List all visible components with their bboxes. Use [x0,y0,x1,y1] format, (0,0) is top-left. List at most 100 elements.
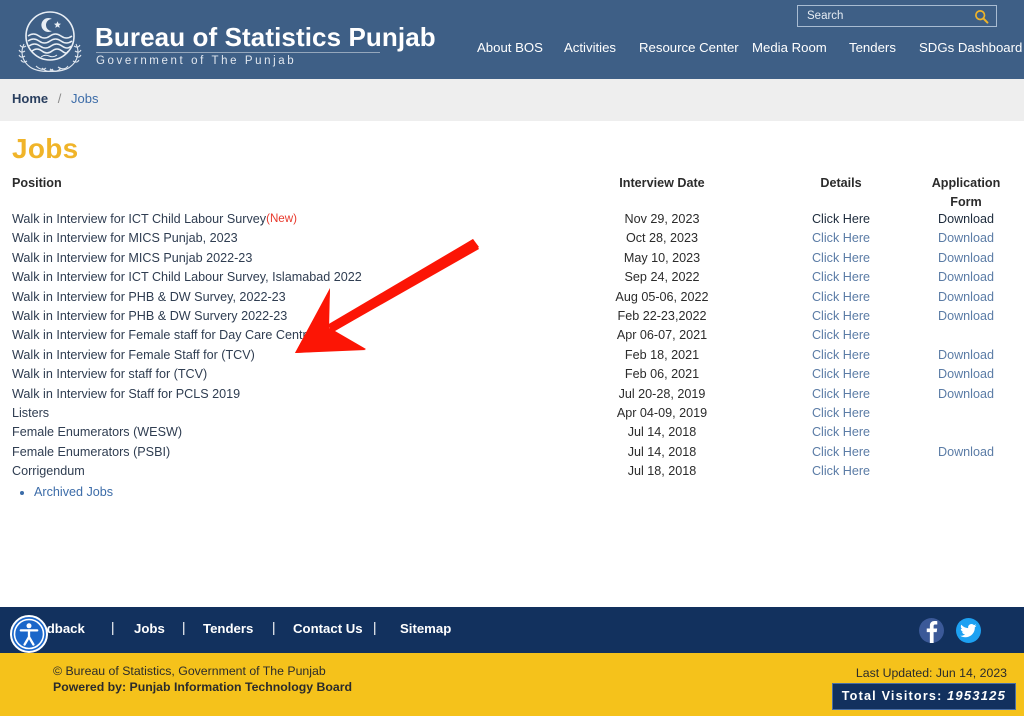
nav-item-tenders[interactable]: Tenders [849,40,896,55]
nav-item-about-bos[interactable]: About BOS [477,40,543,55]
archived-jobs-list: Archived Jobs [12,485,113,499]
application-form-download-link[interactable]: Download [916,445,1016,459]
job-position-link[interactable]: Walk in Interview for MICS Punjab, 2023 [12,231,238,245]
breadcrumb-current[interactable]: Jobs [71,91,98,106]
interview-date-value: Nov 29, 2023 [624,212,700,226]
new-badge: (New) [266,212,297,225]
table-row: Walk in Interview for Female Staff for (… [0,348,1024,367]
details-click-here-link[interactable]: Click Here [791,425,891,439]
application-form-download-link[interactable]: Download [916,309,1016,323]
footer-separator: | [111,620,115,635]
details-click-here-link[interactable]: Click Here [791,231,891,245]
details-click-here-link[interactable]: Click Here [791,367,891,381]
interview-date-value: May 10, 2023 [623,250,701,265]
footer-link-sitemap[interactable]: Sitemap [400,621,451,636]
copyright-text: © Bureau of Statistics, Government of Th… [53,664,326,678]
search-input[interactable] [805,6,965,26]
job-position-link[interactable]: Walk in Interview for Staff for PCLS 201… [12,387,240,401]
table-row: Walk in Interview for PHB & DW Survery 2… [0,309,1024,328]
list-item: Archived Jobs [34,485,113,499]
facebook-icon[interactable] [919,618,944,643]
table-row: Walk in Interview for ICT Child Labour S… [0,270,1024,289]
table-row: Female Enumerators (PSBI) Jul 14, 2018 Cli… [0,445,1024,464]
column-header-position: Position [12,176,62,190]
table-row: Corrigendum Jul 18, 2018 Click Here [0,464,1024,483]
page-root: Bureau of Statistics Punjab Government o… [0,0,1024,716]
breadcrumb-home[interactable]: Home [12,91,48,106]
total-visitors-count: 1953125 [946,688,1006,703]
nav-item-media-room[interactable]: Media Room [752,40,827,55]
interview-date-value: Jul 18, 2018 [627,464,697,479]
job-position-link[interactable]: Female Enumerators (WESW) [12,425,182,439]
job-position-link[interactable]: Female Enumerators (PSBI) [12,445,170,459]
job-position-link[interactable]: Walk in Interview for PHB & DW Survery 2… [12,309,287,323]
job-position-link[interactable]: Walk in Interview for Female Staff for (… [12,348,255,362]
details-click-here-link[interactable]: Click Here [791,464,891,478]
details-click-here-link[interactable]: Click Here [791,212,891,226]
table-row: Walk in Interview for MICS Punjab 2022-2… [0,251,1024,270]
footer-separator: | [373,620,377,635]
search-icon[interactable] [974,9,989,24]
nav-item-activities[interactable]: Activities [564,40,616,55]
column-header-application-form: Application [931,176,1001,190]
details-click-here-link[interactable]: Click Here [791,406,891,420]
nav-item-resource-center[interactable]: Resource Center [639,40,739,55]
job-position-link[interactable]: Walk in Interview for PHB & DW Survey, 2… [12,290,286,304]
details-click-here-link[interactable]: Click Here [791,290,891,304]
interview-date-value: Feb 06, 2021 [624,367,700,382]
application-form-download-link[interactable]: Download [916,212,1016,226]
accessibility-icon[interactable] [10,615,48,653]
archived-jobs-link[interactable]: Archived Jobs [34,485,113,499]
details-click-here-link[interactable]: Click Here [791,445,891,459]
details-click-here-link[interactable]: Click Here [791,309,891,323]
search-box[interactable] [797,5,997,27]
interview-date-value: Feb 22-23,2022 [617,309,707,323]
table-row: Walk in Interview for PHB & DW Survey, 2… [0,290,1024,309]
job-position-link[interactable]: Walk in Interview for ICT Child Labour S… [12,270,362,284]
table-row: Walk in Interview for MICS Punjab, 2023 O… [0,231,1024,250]
twitter-icon[interactable] [956,618,981,643]
site-header: Bureau of Statistics Punjab Government o… [0,0,1024,79]
details-click-here-link[interactable]: Click Here [791,348,891,362]
interview-date-value: Feb 18, 2021 [624,347,700,362]
table-row: Walk in Interview for ICT Child Labour S… [0,212,1024,231]
application-form-download-link[interactable]: Download [916,251,1016,265]
application-form-download-link[interactable]: Download [916,290,1016,304]
interview-date-value: Jul 14, 2018 [627,425,697,440]
footer-bottom: © Bureau of Statistics, Government of Th… [0,653,1024,716]
footer-link-contact-us[interactable]: Contact Us [293,621,363,636]
details-click-here-link[interactable]: Click Here [791,270,891,284]
footer-link-tenders[interactable]: Tenders [203,621,253,636]
job-position-link[interactable]: Walk in Interview for Female staff for D… [12,328,314,342]
application-form-download-link[interactable]: Download [916,270,1016,284]
details-click-here-link[interactable]: Click Here [791,251,891,265]
interview-date-value: Apr 04-09, 2019 [616,406,708,420]
details-click-here-link[interactable]: Click Here [791,387,891,401]
job-position-link[interactable]: Corrigendum [12,464,85,478]
job-position-link[interactable]: Walk in Interview for ICT Child Labour S… [12,212,297,226]
nav-item-sdgs-dashboard[interactable]: SDGs Dashboard [919,40,1022,55]
column-header-application-form-line2: Form [950,195,982,209]
footer-link-jobs[interactable]: Jobs [134,621,165,636]
job-position-link[interactable]: Walk in Interview for MICS Punjab 2022-2… [12,251,252,265]
application-form-download-link[interactable]: Download [916,367,1016,381]
footer-separator: | [272,620,276,635]
breadcrumb: Home / Jobs [12,91,98,106]
powered-by-text: Powered by: Punjab Information Technolog… [53,680,353,694]
main-navigation: About BOS Activities Resource Center Med… [0,40,1024,70]
breadcrumb-separator: / [57,91,62,106]
application-form-download-link[interactable]: Download [916,348,1016,362]
total-visitors-label: Total Visitors: [841,689,943,703]
application-form-download-link[interactable]: Download [916,231,1016,245]
job-position-link[interactable]: Walk in Interview for staff for (TCV) [12,367,207,381]
last-updated-text: Last Updated: Jun 14, 2023 [855,666,1007,680]
page-title: Jobs [12,133,79,164]
column-header-interview-date: Interview Date [619,176,705,190]
table-row: Walk in Interview for staff for (TCV) Feb… [0,367,1024,386]
job-position-link[interactable]: Listers [12,406,49,420]
table-row: Listers Apr 04-09, 2019 Click Here [0,406,1024,425]
interview-date-value: Jul 14, 2018 [627,444,697,459]
details-click-here-link[interactable]: Click Here [791,328,891,342]
application-form-download-link[interactable]: Download [916,387,1016,401]
interview-date-value: Apr 06-07, 2021 [616,328,708,343]
